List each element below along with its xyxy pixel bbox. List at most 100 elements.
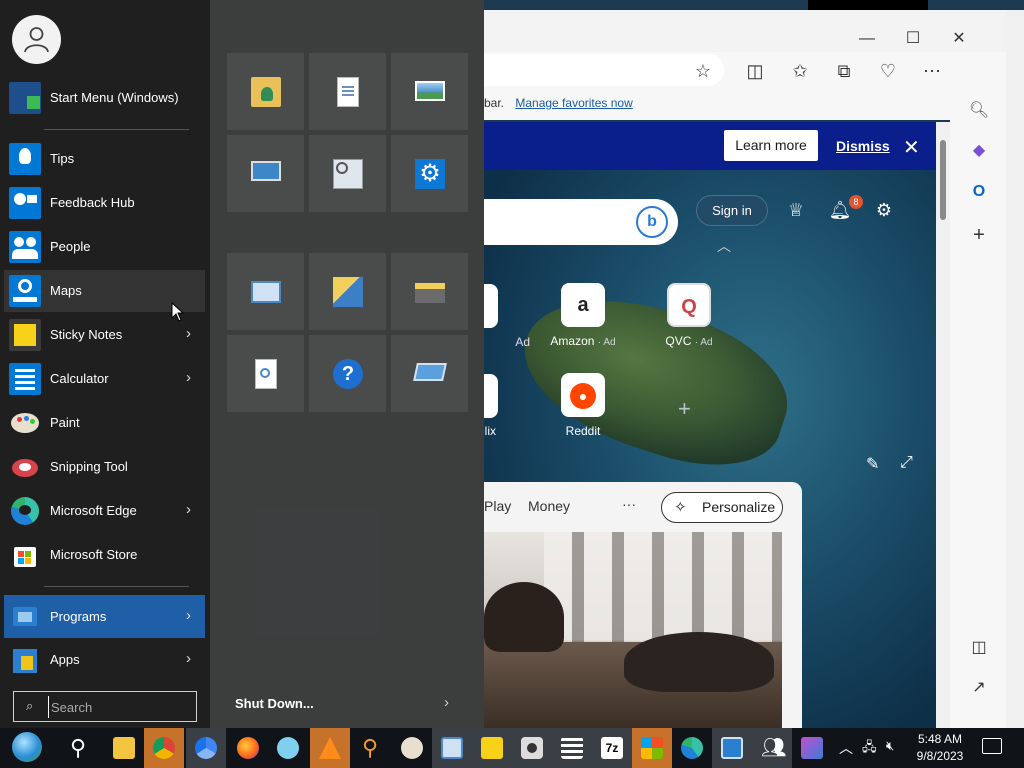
image-info-icon[interactable]: ✎ bbox=[866, 454, 879, 474]
menu-item-feedback-hub[interactable]: Feedback Hub bbox=[4, 182, 205, 224]
chevron-right-icon: › bbox=[186, 607, 191, 624]
start-orb-button[interactable] bbox=[4, 728, 48, 768]
menu-item-people[interactable]: People bbox=[4, 226, 205, 268]
outlook-icon[interactable]: O bbox=[968, 181, 990, 203]
manage-favorites-link[interactable]: Manage favorites now bbox=[515, 96, 632, 110]
pinned-network[interactable] bbox=[309, 253, 386, 330]
vlc-icon bbox=[319, 737, 341, 759]
taskbar-search-tool[interactable]: ⚲ bbox=[350, 728, 390, 768]
expand-icon[interactable]: ⤢ bbox=[900, 454, 913, 472]
sidebar-copilot-icon[interactable]: ◆ bbox=[968, 140, 990, 162]
taskbar-clock[interactable]: 5:48 AM 9/8/2023 bbox=[910, 731, 970, 765]
start-search-input[interactable] bbox=[48, 696, 188, 718]
taskbar-control-panel[interactable] bbox=[432, 728, 472, 768]
sidebar-add-icon[interactable]: + bbox=[968, 224, 990, 246]
partial-quick-link-tile-2[interactable] bbox=[484, 374, 498, 418]
taskbar-file-explorer[interactable] bbox=[104, 728, 144, 768]
taskbar-store[interactable] bbox=[632, 728, 672, 768]
bing-search-icon[interactable]: b bbox=[636, 206, 668, 238]
action-center-icon[interactable] bbox=[982, 738, 1002, 754]
maximize-button[interactable]: ☐ bbox=[890, 24, 936, 54]
menu-item-microsoft-edge[interactable]: Microsoft Edge › bbox=[4, 490, 205, 532]
menu-item-apps[interactable]: Apps › bbox=[4, 639, 205, 681]
menu-item-label: Microsoft Edge bbox=[50, 503, 137, 518]
taskbar-search-button[interactable]: ⚲ bbox=[58, 728, 98, 768]
reddit-tile[interactable]: ● bbox=[561, 373, 605, 417]
collections-icon[interactable]: ⧉ bbox=[833, 60, 855, 82]
taskbar-media[interactable] bbox=[792, 728, 832, 768]
pinned-pictures[interactable] bbox=[391, 53, 468, 130]
pinned-settings[interactable]: ⚙ bbox=[391, 135, 468, 212]
taskbar-chrome-2[interactable] bbox=[186, 728, 226, 768]
pinned-run[interactable] bbox=[391, 335, 468, 412]
menu-item-microsoft-store[interactable]: Microsoft Store bbox=[4, 534, 205, 576]
taskbar-camera[interactable] bbox=[512, 728, 552, 768]
shutdown-options-chevron-icon[interactable]: › bbox=[444, 694, 449, 711]
settings-gear-icon[interactable]: ⚙ bbox=[872, 198, 896, 222]
taskbar-calculator[interactable] bbox=[552, 728, 592, 768]
pinned-computer[interactable] bbox=[227, 135, 304, 212]
menu-item-paint[interactable]: Paint bbox=[4, 402, 205, 444]
hide-sidebar-icon[interactable]: ◫ bbox=[968, 637, 990, 659]
menu-item-programs[interactable]: Programs › bbox=[4, 595, 205, 638]
taskbar-paint[interactable] bbox=[392, 728, 432, 768]
favorites-icon[interactable]: ✩ bbox=[789, 60, 811, 82]
close-button[interactable]: ✕ bbox=[936, 24, 982, 54]
pinned-printer[interactable] bbox=[391, 253, 468, 330]
pinned-control-panel[interactable] bbox=[309, 135, 386, 212]
browser-essentials-icon[interactable]: ♡ bbox=[877, 60, 899, 82]
split-screen-icon[interactable]: ◫ bbox=[744, 60, 766, 82]
menu-divider bbox=[44, 129, 189, 130]
personalize-button[interactable]: ✧ Personalize bbox=[661, 492, 783, 523]
feed-tab-play[interactable]: Play bbox=[484, 498, 511, 514]
news-photo[interactable] bbox=[484, 532, 782, 728]
menu-item-calculator[interactable]: Calculator › bbox=[4, 358, 205, 400]
favorite-star-icon[interactable]: ☆ bbox=[692, 60, 714, 82]
menu-item-tips[interactable]: Tips bbox=[4, 138, 205, 180]
sign-in-button[interactable]: Sign in bbox=[696, 195, 768, 226]
sidebar-search-icon[interactable]: 🔍︎ bbox=[968, 100, 990, 122]
pinned-document[interactable] bbox=[309, 53, 386, 130]
taskbar-people[interactable]: 👥︎ bbox=[752, 728, 792, 768]
qvc-tile[interactable]: Q bbox=[667, 283, 711, 327]
page-scrollbar[interactable] bbox=[936, 122, 950, 728]
banner-close-icon[interactable]: ✕ bbox=[903, 135, 920, 160]
window-scrollbar[interactable] bbox=[1006, 10, 1024, 728]
settings-gear-icon: ⚙ bbox=[415, 159, 445, 189]
shut-down-button[interactable]: Shut Down... bbox=[235, 696, 314, 711]
external-link-icon[interactable]: ↗ bbox=[968, 677, 990, 699]
taskbar-7zip[interactable]: 7z bbox=[592, 728, 632, 768]
menu-item-start-menu-windows[interactable]: Start Menu (Windows) bbox=[4, 77, 205, 119]
chevron-up-icon[interactable]: ︿ bbox=[717, 236, 731, 256]
start-search-box[interactable]: ⌕ bbox=[13, 691, 197, 722]
taskbar-vlc[interactable] bbox=[310, 728, 350, 768]
network-tray-icon[interactable]: 🖧︎ bbox=[862, 738, 877, 760]
add-shortcut-icon[interactable]: + bbox=[678, 396, 691, 422]
taskbar-edge[interactable] bbox=[672, 728, 712, 768]
learn-more-button[interactable]: Learn more bbox=[724, 130, 818, 161]
show-hidden-icons-chevron-icon[interactable]: ︿ bbox=[839, 738, 853, 758]
user-avatar[interactable] bbox=[12, 15, 61, 64]
taskbar-remote-desktop[interactable] bbox=[712, 728, 752, 768]
partial-quick-link-tile[interactable] bbox=[484, 284, 498, 328]
taskbar-weather[interactable] bbox=[268, 728, 308, 768]
user-folder-icon bbox=[251, 77, 281, 107]
feed-tab-money[interactable]: Money bbox=[528, 498, 570, 514]
dismiss-link[interactable]: Dismiss bbox=[836, 138, 890, 154]
taskbar-sticky-notes[interactable] bbox=[472, 728, 512, 768]
taskbar-chrome-1[interactable] bbox=[144, 728, 184, 768]
chrome-icon bbox=[195, 737, 217, 759]
menu-item-snipping-tool[interactable]: Snipping Tool bbox=[4, 446, 205, 488]
pinned-help[interactable]: ? bbox=[309, 335, 386, 412]
pinned-user-folder[interactable] bbox=[227, 53, 304, 130]
pinned-system-info[interactable] bbox=[227, 253, 304, 330]
minimize-button[interactable]: — bbox=[844, 24, 890, 54]
volume-muted-icon[interactable]: 🔇︎ bbox=[886, 738, 894, 754]
taskbar-firefox[interactable] bbox=[228, 728, 268, 768]
more-options-icon[interactable]: ⋯ bbox=[921, 60, 943, 82]
rewards-trophy-icon[interactable]: ♕ bbox=[784, 198, 808, 222]
feed-more-icon[interactable]: ··· bbox=[622, 496, 636, 512]
address-bar[interactable] bbox=[484, 54, 724, 86]
amazon-tile[interactable]: a bbox=[561, 283, 605, 327]
pinned-search-document[interactable] bbox=[227, 335, 304, 412]
